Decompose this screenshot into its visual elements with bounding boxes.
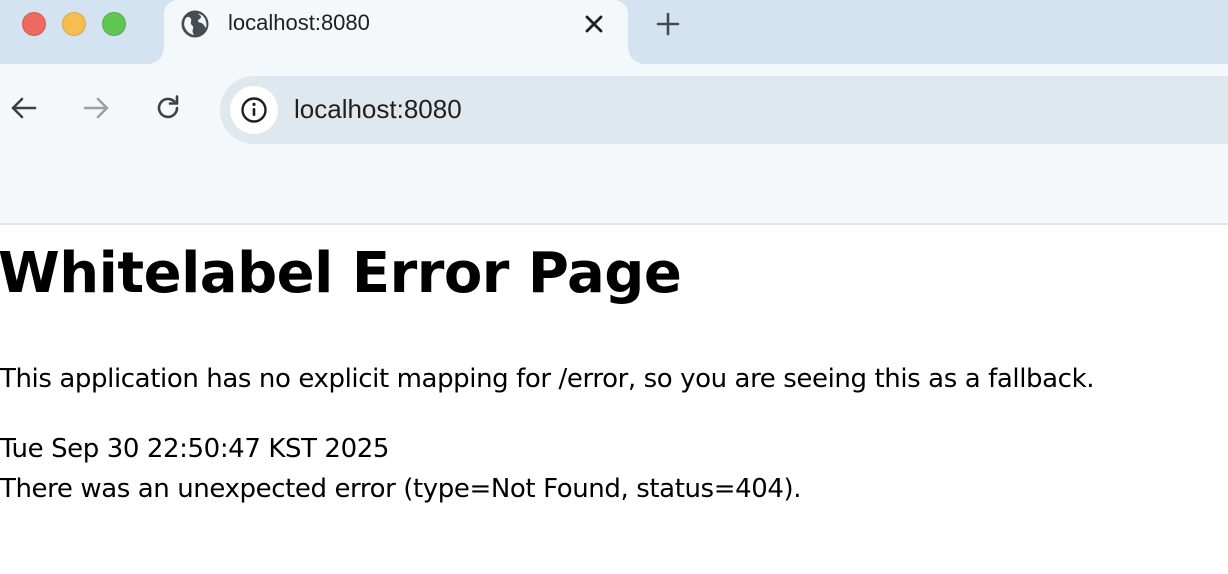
- tab-title: localhost:8080: [228, 10, 370, 35]
- new-tab-icon[interactable]: [654, 10, 682, 38]
- tab-strip: localhost:8080: [0, 0, 1228, 64]
- address-bar[interactable]: localhost:8080: [220, 76, 1228, 144]
- browser-toolbar: localhost:8080: [0, 64, 1228, 225]
- globe-icon: [181, 10, 209, 38]
- error-timestamp: Tue Sep 30 22:50:47 KST 2025: [0, 434, 389, 464]
- forward-arrow-icon[interactable]: [80, 92, 112, 124]
- error-explanation: This application has no explicit mapping…: [0, 364, 1095, 394]
- active-tab[interactable]: localhost:8080: [148, 0, 644, 64]
- url-text[interactable]: localhost:8080: [294, 94, 462, 125]
- site-info-button[interactable]: [230, 86, 278, 134]
- close-tab-icon[interactable]: [580, 10, 608, 38]
- window-minimize-button[interactable]: [62, 12, 86, 36]
- info-icon: [241, 97, 267, 123]
- error-details: There was an unexpected error (type=Not …: [0, 474, 802, 504]
- back-arrow-icon[interactable]: [8, 92, 40, 124]
- reload-icon[interactable]: [152, 92, 184, 124]
- page-title: Whitelabel Error Page: [0, 241, 682, 306]
- window-close-button[interactable]: [22, 12, 46, 36]
- window-maximize-button[interactable]: [102, 12, 126, 36]
